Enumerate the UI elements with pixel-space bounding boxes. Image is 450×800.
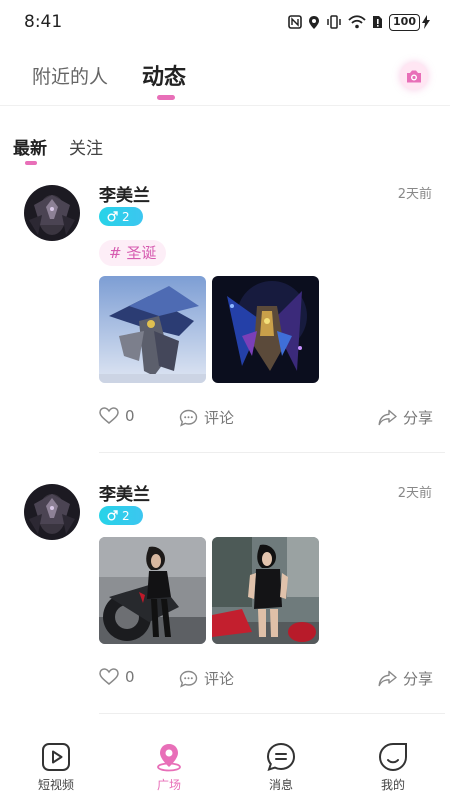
smile-face-icon bbox=[378, 743, 407, 772]
comment-button[interactable]: 评论 bbox=[179, 407, 234, 428]
nav-short-video[interactable]: 短视频 bbox=[21, 742, 91, 793]
post-image[interactable] bbox=[99, 537, 206, 644]
comment-icon bbox=[179, 409, 198, 427]
male-symbol-icon bbox=[107, 510, 118, 521]
share-button[interactable]: 分享 bbox=[378, 407, 433, 428]
nav-label: 消息 bbox=[268, 778, 293, 792]
nfc-icon bbox=[288, 15, 302, 29]
vibrate-icon bbox=[327, 15, 341, 29]
feed-filter-tabs: 最新 关注 bbox=[0, 130, 450, 166]
status-icons: 100 bbox=[288, 13, 430, 31]
comment-icon bbox=[179, 670, 198, 688]
nav-label: 我的 bbox=[380, 778, 405, 792]
post-image[interactable] bbox=[99, 276, 206, 383]
battery-level: 100 bbox=[389, 13, 420, 31]
post-time: 2天前 bbox=[397, 187, 432, 202]
share-icon bbox=[378, 409, 397, 426]
author-name[interactable]: 李美兰 bbox=[99, 181, 150, 206]
camera-icon bbox=[407, 70, 421, 82]
nav-messages[interactable]: 消息 bbox=[246, 742, 316, 793]
subtab-indicator bbox=[25, 161, 37, 165]
like-count: 0 bbox=[125, 407, 135, 425]
like-count: 0 bbox=[125, 668, 135, 686]
share-button[interactable]: 分享 bbox=[378, 668, 433, 689]
post-time: 2天前 bbox=[397, 486, 432, 501]
active-tab-indicator bbox=[157, 95, 175, 100]
male-symbol-icon bbox=[107, 211, 118, 222]
tab-nearby-people[interactable]: 附近的人 bbox=[32, 62, 108, 89]
nav-profile[interactable]: 我的 bbox=[358, 742, 428, 793]
gender-level-badge: 2 bbox=[99, 506, 143, 525]
comment-label: 评论 bbox=[204, 409, 235, 427]
status-time: 8:41 bbox=[24, 12, 63, 32]
like-button[interactable]: 0 bbox=[99, 668, 135, 686]
avatar[interactable] bbox=[24, 484, 80, 540]
share-label: 分享 bbox=[402, 670, 433, 688]
header-tabs: 附近的人 动态 bbox=[0, 48, 450, 106]
bottom-navigation: 短视频 广场 消息 我的 bbox=[0, 734, 450, 800]
post-image[interactable] bbox=[212, 537, 319, 644]
post-divider bbox=[99, 713, 445, 714]
tab-moments[interactable]: 动态 bbox=[142, 59, 186, 91]
topic-tag[interactable]: # 圣诞 bbox=[99, 240, 167, 266]
sim-alert-icon bbox=[373, 16, 383, 28]
post-actions: 0 评论 分享 bbox=[99, 407, 433, 431]
status-bar: 8:41 100 bbox=[0, 0, 450, 44]
share-icon bbox=[378, 670, 397, 687]
heart-icon bbox=[99, 407, 119, 424]
nav-label: 短视频 bbox=[37, 778, 74, 792]
charging-icon bbox=[422, 15, 430, 29]
camera-button[interactable] bbox=[400, 62, 428, 90]
like-button[interactable]: 0 bbox=[99, 407, 135, 425]
level-value: 2 bbox=[122, 209, 130, 224]
comment-button[interactable]: 评论 bbox=[179, 668, 234, 689]
battery-indicator: 100 bbox=[389, 13, 430, 31]
post-divider bbox=[99, 452, 445, 453]
author-name[interactable]: 李美兰 bbox=[99, 480, 150, 505]
tab-following[interactable]: 关注 bbox=[69, 134, 103, 159]
tab-latest[interactable]: 最新 bbox=[13, 134, 47, 159]
gender-level-badge: 2 bbox=[99, 207, 143, 226]
nav-label: 广场 bbox=[156, 778, 181, 792]
comment-label: 评论 bbox=[204, 670, 235, 688]
play-video-icon bbox=[42, 743, 70, 771]
wifi-icon bbox=[348, 15, 366, 29]
chat-bubble-icon bbox=[266, 742, 296, 772]
heart-icon bbox=[99, 668, 119, 685]
avatar[interactable] bbox=[24, 185, 80, 241]
post-image[interactable] bbox=[212, 276, 319, 383]
post-actions: 0 评论 分享 bbox=[99, 668, 433, 692]
share-label: 分享 bbox=[402, 409, 433, 427]
level-value: 2 bbox=[122, 508, 130, 523]
nav-square[interactable]: 广场 bbox=[134, 742, 204, 793]
location-pin-icon bbox=[157, 744, 181, 772]
location-icon bbox=[309, 15, 320, 29]
